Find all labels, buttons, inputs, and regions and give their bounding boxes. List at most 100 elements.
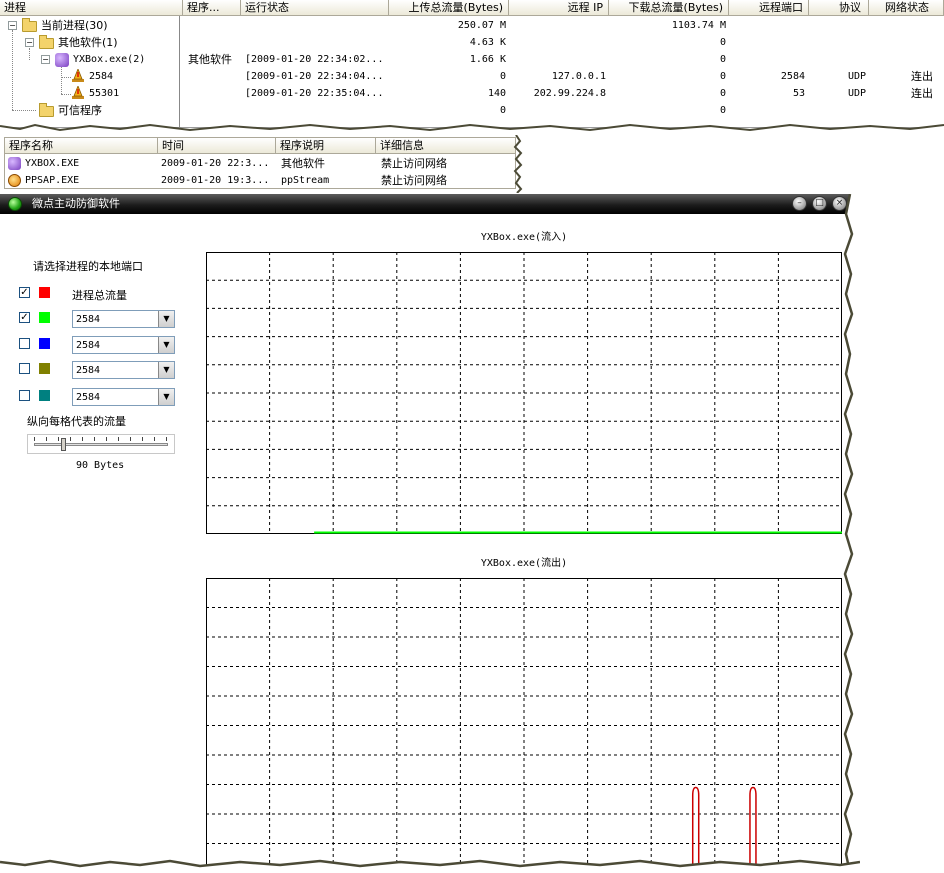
event-time: 2009-01-20 22:3...: [161, 158, 270, 169]
series-color-swatch: [39, 287, 50, 298]
slider-tick: [94, 437, 95, 441]
chevron-down-icon[interactable]: ▼: [158, 389, 174, 405]
port-select[interactable]: 2584 ▼: [72, 336, 175, 354]
col-description[interactable]: 程序说明: [276, 138, 376, 154]
col-time[interactable]: 时间: [158, 138, 276, 154]
port-select[interactable]: 2584 ▼: [72, 310, 175, 328]
table-row[interactable]: − YXBox.exe(2) 其他软件 [2009-01-20 22:34:02…: [0, 51, 944, 68]
table-row[interactable]: 可信程序 0 0: [0, 102, 944, 119]
torn-edge: [513, 135, 523, 193]
port-checkbox[interactable]: ✓: [19, 312, 30, 323]
status-value: [2009-01-20 22:34:04...: [245, 71, 384, 82]
chart-canvas: [206, 252, 842, 534]
table-row[interactable]: − 当前进程(30) 250.07 M 1103.74 M: [0, 17, 944, 34]
collapse-icon[interactable]: −: [25, 38, 34, 47]
title-bar[interactable]: 微点主动防御软件 – □ ×: [0, 194, 850, 214]
tree-node-label: 当前进程(30): [41, 19, 108, 32]
col-remote-port[interactable]: 远程端口: [729, 0, 809, 16]
port-row: ✓ 2584 ▼: [19, 310, 179, 328]
slider-track: [34, 443, 168, 446]
alert-table-header: 程序名称 时间 程序说明 详细信息: [5, 138, 515, 154]
slider-tick: [118, 437, 119, 441]
port-selector-heading: 请选择进程的本地端口: [33, 260, 143, 273]
tree-node-label: 55301: [89, 88, 120, 99]
upload-value: 0: [499, 105, 506, 116]
remote-port-value: 2584: [780, 71, 805, 82]
col-remote-ip[interactable]: 远程 IP: [509, 0, 609, 16]
table-row[interactable]: 2584 [2009-01-20 22:34:04... 0 127.0.0.1…: [0, 68, 944, 85]
net-status-value: 连出: [911, 70, 933, 83]
scale-value: 90 Bytes: [76, 460, 125, 471]
upload-value: 0: [499, 71, 506, 82]
port-select-value: 2584: [76, 365, 101, 376]
event-time: 2009-01-20 19:3...: [161, 175, 270, 186]
port-select-value: 2584: [76, 392, 101, 403]
collapse-icon[interactable]: −: [8, 21, 17, 30]
total-traffic-label: 进程总流量: [72, 289, 127, 302]
pps-app-icon: [8, 174, 21, 187]
app-logo-icon: [8, 197, 22, 211]
process-tree-table: 进程 程序... 运行状态 上传总流量(Bytes) 远程 IP 下载总流量(B…: [0, 0, 944, 128]
col-status[interactable]: 运行状态: [241, 0, 389, 16]
col-protocol[interactable]: 协议: [809, 0, 869, 16]
port-row: 2584 ▼: [19, 361, 179, 379]
table-row[interactable]: − 其他软件(1) 4.63 K 0: [0, 34, 944, 51]
col-download[interactable]: 下载总流量(Bytes): [609, 0, 729, 16]
torn-edge: [0, 859, 860, 873]
slider-thumb[interactable]: [61, 438, 67, 451]
download-value: 0: [719, 54, 726, 65]
slider-tick: [130, 437, 131, 441]
port-selector-panel: 请选择进程的本地端口 ✓ 进程总流量 ✓ 2584 ▼ 2584 ▼ 2584 ▼ 2…: [0, 214, 200, 873]
event-detail: 禁止访问网络: [381, 157, 447, 170]
port-select[interactable]: 2584 ▼: [72, 388, 175, 406]
col-upload[interactable]: 上传总流量(Bytes): [389, 0, 509, 16]
port-checkbox[interactable]: [19, 338, 30, 349]
port-select[interactable]: 2584 ▼: [72, 361, 175, 379]
slider-tick: [70, 437, 71, 441]
app-icon: [55, 53, 69, 67]
col-program-name[interactable]: 程序名称: [5, 138, 158, 154]
col-process[interactable]: 进程: [0, 0, 183, 16]
protocol-value: UDP: [848, 71, 867, 82]
table-row[interactable]: 55301 [2009-01-20 22:35:04... 140 202.99…: [0, 85, 944, 102]
slider-tick: [82, 437, 83, 441]
port-checkbox[interactable]: [19, 363, 30, 374]
col-net-status[interactable]: 网络状态: [869, 0, 944, 16]
port-warning-icon: [72, 69, 84, 82]
minimize-button[interactable]: –: [792, 196, 807, 211]
status-value: [2009-01-20 22:35:04...: [245, 88, 384, 99]
event-detail: 禁止访问网络: [381, 174, 447, 187]
folder-open-icon: [39, 35, 54, 49]
collapse-icon[interactable]: −: [41, 55, 50, 64]
program-description: ppStream: [281, 175, 330, 186]
maximize-button[interactable]: □: [812, 196, 827, 211]
slider-tick: [46, 437, 47, 441]
col-detail[interactable]: 详细信息: [376, 138, 515, 154]
chevron-down-icon[interactable]: ▼: [158, 311, 174, 327]
port-checkbox[interactable]: [19, 390, 30, 401]
chevron-down-icon[interactable]: ▼: [158, 362, 174, 378]
download-value: 0: [719, 105, 726, 116]
download-value: 0: [719, 71, 726, 82]
blocked-programs-list: 程序名称 时间 程序说明 详细信息 YXBOX.EXE 2009-01-20 2…: [4, 137, 516, 189]
col-program[interactable]: 程序...: [183, 0, 241, 16]
scale-label: 纵向每格代表的流量: [27, 415, 126, 428]
tree-node-label: 可信程序: [58, 104, 102, 117]
scale-slider[interactable]: [27, 434, 175, 454]
tree-node-label: 2584: [89, 71, 114, 82]
chart-canvas: [206, 578, 842, 873]
chevron-down-icon[interactable]: ▼: [158, 337, 174, 353]
port-select-value: 2584: [76, 340, 101, 351]
program-name: PPSAP.EXE: [25, 175, 80, 186]
list-item[interactable]: PPSAP.EXE 2009-01-20 19:3... ppStream 禁止…: [5, 172, 515, 188]
folder-icon: [39, 103, 54, 117]
series-color-swatch: [39, 338, 50, 349]
series-color-swatch: [39, 390, 50, 401]
program-value: 其他软件: [188, 53, 232, 66]
torn-edge: [843, 194, 860, 873]
download-value: 0: [719, 88, 726, 99]
list-item[interactable]: YXBOX.EXE 2009-01-20 22:3... 其他软件 禁止访问网络: [5, 155, 515, 172]
port-checkbox[interactable]: ✓: [19, 287, 30, 298]
upload-value: 250.07 M: [457, 20, 506, 31]
port-select-value: 2584: [76, 314, 101, 325]
